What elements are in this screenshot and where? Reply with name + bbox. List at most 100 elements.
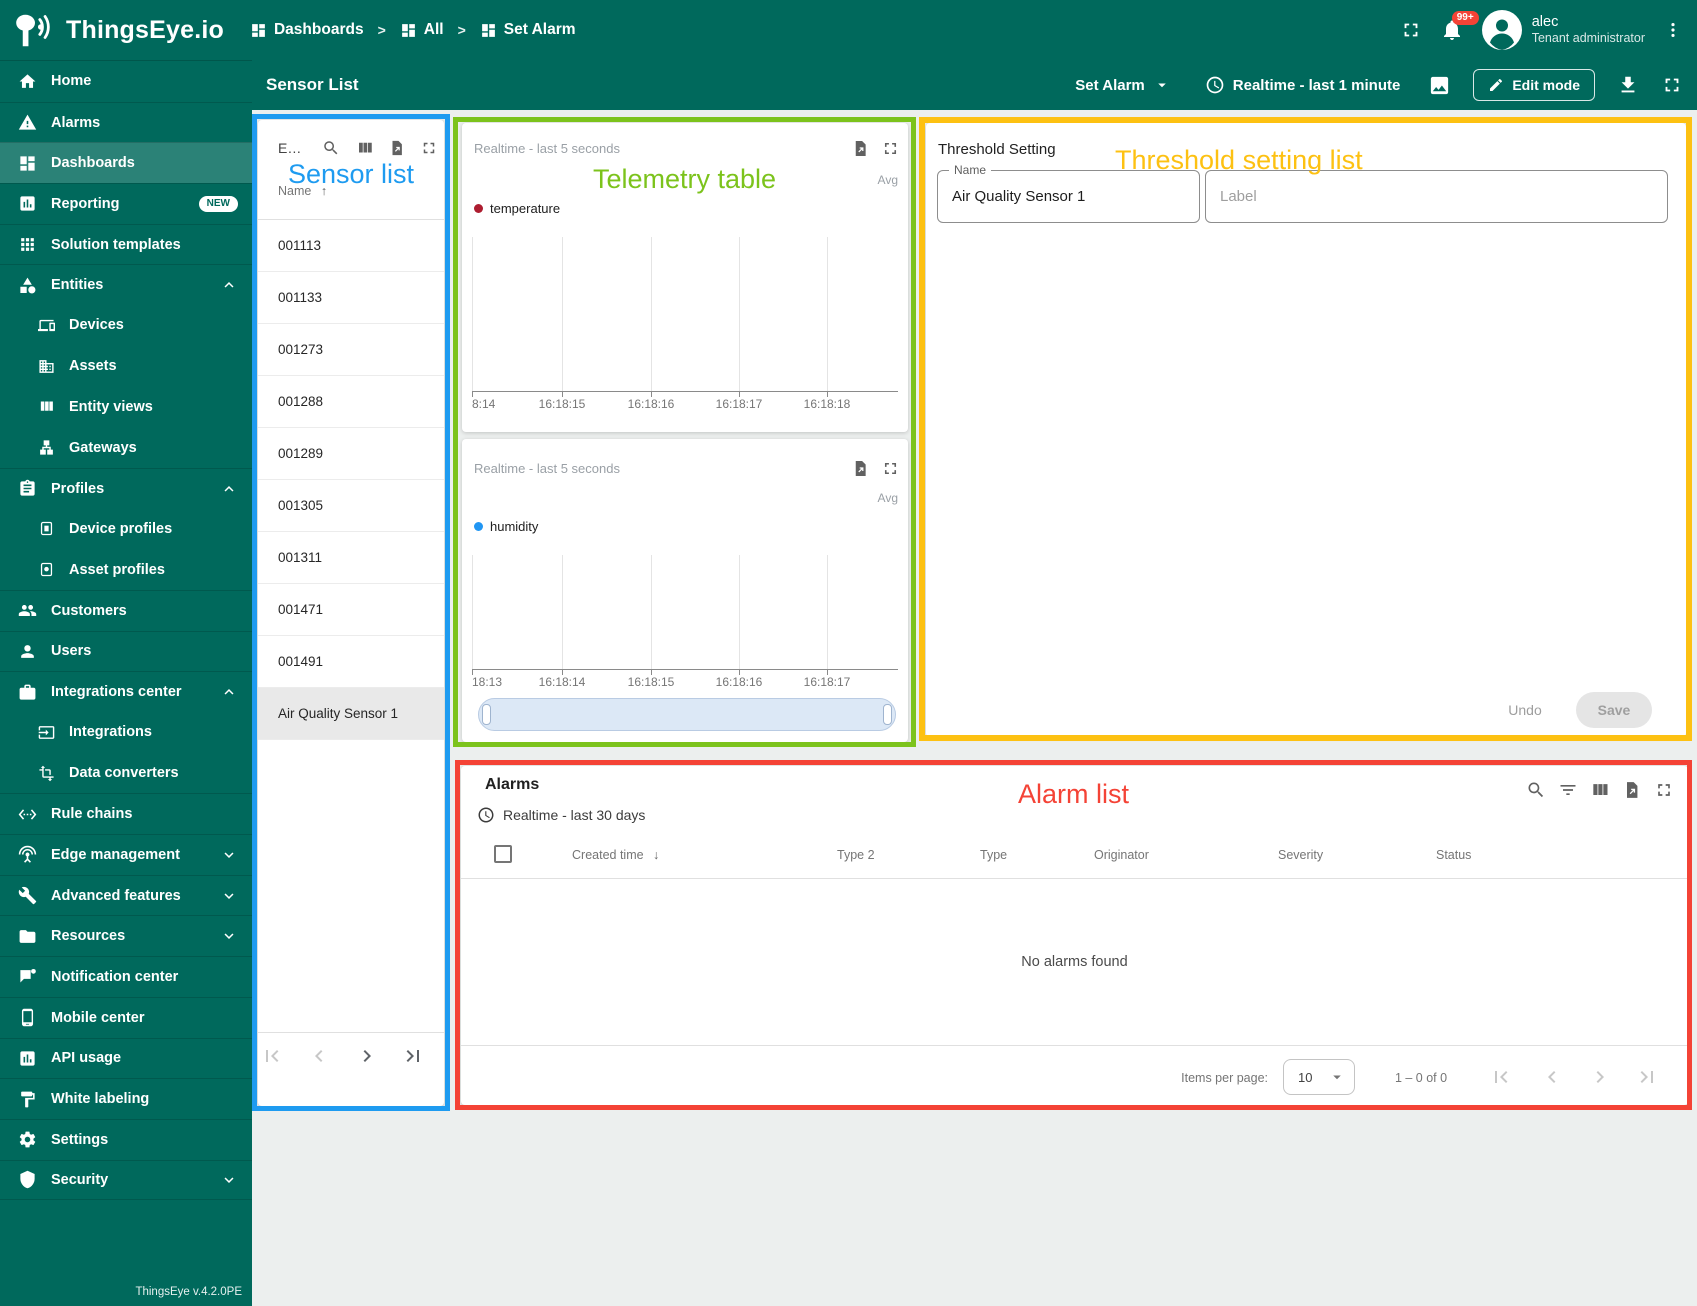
first-page-icon[interactable] xyxy=(1489,1065,1513,1089)
sidebar-item-edge-management[interactable]: Edge management xyxy=(0,834,252,875)
notification-badge: 99+ xyxy=(1451,11,1479,25)
sidebar-item-asset-profiles[interactable]: Asset profiles xyxy=(0,549,252,590)
timewindow-button[interactable]: Realtime - last 1 minute xyxy=(1199,74,1407,96)
more-menu-button[interactable] xyxy=(1663,20,1683,40)
save-button[interactable]: Save xyxy=(1576,692,1652,728)
column-created-time[interactable]: Created time ↓ xyxy=(572,848,659,862)
image-icon xyxy=(1428,74,1451,97)
items-per-page-select[interactable]: 10 xyxy=(1283,1059,1355,1095)
fullscreen-icon[interactable] xyxy=(881,139,900,158)
breadcrumb-dashboards[interactable]: Dashboards xyxy=(250,21,364,39)
name-input[interactable] xyxy=(938,171,1199,222)
breadcrumb-set-alarm[interactable]: Set Alarm xyxy=(480,21,576,39)
sidebar-item-resources[interactable]: Resources xyxy=(0,915,252,956)
export-chart-icon[interactable] xyxy=(851,139,870,158)
clock-icon xyxy=(477,806,495,824)
sidebar-item-assets[interactable]: Assets xyxy=(0,346,252,387)
search-icon[interactable] xyxy=(1526,780,1546,800)
sensor-row[interactable]: 001289 xyxy=(258,428,444,480)
chart-timewindow[interactable]: Realtime - last 5 seconds xyxy=(474,461,620,476)
sidebar-item-rule-chains[interactable]: Rule chains xyxy=(0,793,252,834)
sidebar-item-settings[interactable]: Settings xyxy=(0,1118,252,1160)
brand-name: ThingsEye.io xyxy=(66,15,224,44)
alarms-timewindow[interactable]: Realtime - last 30 days xyxy=(477,806,645,824)
breadcrumb-all[interactable]: All xyxy=(400,21,444,39)
export-table-icon[interactable] xyxy=(388,139,406,157)
user-menu[interactable]: alec Tenant administrator xyxy=(1482,10,1645,50)
sidebar-item-device-profiles[interactable]: Device profiles xyxy=(0,509,252,550)
sidebar-item-customers[interactable]: Customers xyxy=(0,589,252,631)
sidebar-item-data-converters[interactable]: Data converters xyxy=(0,753,252,794)
sidebar-item-integrations-center[interactable]: Integrations center xyxy=(0,671,252,712)
sidebar-item-mobile-center[interactable]: Mobile center xyxy=(0,996,252,1038)
sidebar-item-profiles[interactable]: Profiles xyxy=(0,467,252,509)
filter-icon[interactable] xyxy=(1558,780,1578,800)
legend-temperature[interactable]: temperature xyxy=(474,201,560,216)
dashboard-state-selector[interactable]: Set Alarm xyxy=(1069,75,1176,95)
sidebar-item-api-usage[interactable]: API usage xyxy=(0,1037,252,1079)
slider-handle-left[interactable] xyxy=(482,704,491,725)
previous-page-icon[interactable] xyxy=(307,1044,331,1068)
fullscreen-icon[interactable] xyxy=(420,139,438,157)
sensor-row[interactable]: 001288 xyxy=(258,376,444,428)
legend-dot xyxy=(474,522,483,531)
legend-humidity[interactable]: humidity xyxy=(474,519,538,534)
label-input[interactable] xyxy=(1206,171,1667,222)
sidebar-item-security[interactable]: Security xyxy=(0,1159,252,1201)
sidebar-item-notification-center[interactable]: Notification center xyxy=(0,956,252,997)
sidebar-item-home[interactable]: Home xyxy=(0,61,252,102)
next-page-icon[interactable] xyxy=(355,1044,379,1068)
sensor-row[interactable]: 001113 xyxy=(258,220,444,272)
column-type2[interactable]: Type 2 xyxy=(837,848,875,862)
export-table-icon[interactable] xyxy=(1622,780,1642,800)
export-dashboard-button[interactable] xyxy=(1617,74,1639,96)
column-originator[interactable]: Originator xyxy=(1094,848,1149,862)
datazoom-slider[interactable] xyxy=(478,698,896,731)
previous-page-icon[interactable] xyxy=(1540,1065,1564,1089)
sidebar-item-entity-views[interactable]: Entity views xyxy=(0,387,252,428)
name-column-header[interactable]: Name ↑ xyxy=(278,184,327,198)
undo-button[interactable]: Undo xyxy=(1493,693,1557,727)
next-page-icon[interactable] xyxy=(1588,1065,1612,1089)
sensor-row-selected[interactable]: Air Quality Sensor 1 xyxy=(258,688,444,740)
chart-timewindow[interactable]: Realtime - last 5 seconds xyxy=(474,141,620,156)
sensor-row[interactable]: 001133 xyxy=(258,272,444,324)
columns-icon[interactable] xyxy=(1590,780,1610,800)
dashboard-fullscreen-button[interactable] xyxy=(1661,74,1683,96)
sensor-row[interactable]: 001491 xyxy=(258,636,444,688)
last-page-icon[interactable] xyxy=(1635,1065,1659,1089)
sidebar-item-advanced-features[interactable]: Advanced features xyxy=(0,874,252,916)
fullscreen-icon[interactable] xyxy=(881,459,900,478)
columns-icon[interactable] xyxy=(356,139,374,157)
sidebar-item-gateways[interactable]: Gateways xyxy=(0,427,252,468)
first-page-icon[interactable] xyxy=(260,1044,284,1068)
last-page-icon[interactable] xyxy=(401,1044,425,1068)
export-chart-icon[interactable] xyxy=(851,459,870,478)
sidebar-item-solution-templates[interactable]: Solution templates xyxy=(0,223,252,265)
sidebar-item-integrations[interactable]: Integrations xyxy=(0,712,252,753)
sidebar-item-reporting[interactable]: Reporting NEW xyxy=(0,183,252,224)
fullscreen-icon[interactable] xyxy=(1654,780,1674,800)
sidebar-item-devices[interactable]: Devices xyxy=(0,305,252,346)
sidebar-item-white-labeling[interactable]: White labeling xyxy=(0,1078,252,1119)
sidebar-item-users[interactable]: Users xyxy=(0,630,252,672)
input-icon xyxy=(38,724,55,741)
sensor-row[interactable]: 001311 xyxy=(258,532,444,584)
sidebar-item-dashboards[interactable]: Dashboards xyxy=(0,142,252,184)
fullscreen-button[interactable] xyxy=(1400,19,1422,41)
slider-handle-right[interactable] xyxy=(883,704,892,725)
edit-mode-button[interactable]: Edit mode xyxy=(1473,69,1595,101)
sensor-row[interactable]: 001471 xyxy=(258,584,444,636)
gallery-button[interactable] xyxy=(1428,74,1451,97)
sidebar-item-entities[interactable]: Entities xyxy=(0,264,252,305)
column-type[interactable]: Type xyxy=(980,848,1007,862)
select-all-checkbox[interactable] xyxy=(494,845,512,863)
sensor-row[interactable]: 001305 xyxy=(258,480,444,532)
sensor-row[interactable]: 001273 xyxy=(258,324,444,376)
sidebar-item-alarms[interactable]: Alarms xyxy=(0,101,252,143)
search-icon[interactable] xyxy=(322,139,340,157)
column-status[interactable]: Status xyxy=(1436,848,1471,862)
app-logo[interactable]: ThingsEye.io xyxy=(14,12,224,49)
notifications-button[interactable]: 99+ xyxy=(1440,11,1479,42)
column-severity[interactable]: Severity xyxy=(1278,848,1323,862)
